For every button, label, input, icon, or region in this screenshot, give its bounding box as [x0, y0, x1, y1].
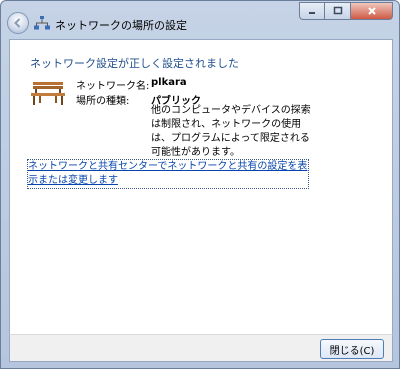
maximize-button[interactable]	[325, 2, 351, 20]
minimize-button[interactable]	[299, 2, 325, 20]
network-name-label: ネットワーク名:	[76, 81, 150, 92]
content-panel: ネットワーク設定が正しく設定されました ネットワーク名: plkara 場所の種…	[9, 39, 393, 334]
window-controls	[299, 2, 393, 20]
maximize-icon	[333, 6, 342, 15]
dialog-footer: 閉じる(C)	[9, 334, 393, 362]
location-type-label: 場所の種類:	[76, 96, 130, 107]
network-name-value: plkara	[151, 77, 187, 88]
network-sharing-center-link[interactable]: ネットワークと共有センターでネットワークと共有の設定を表示または変更します	[27, 159, 309, 189]
dialog-window: ネットワークの場所の設定 ネットワーク設定が正しく設定されました ネットワーク名…	[0, 0, 400, 369]
bench-icon	[31, 82, 65, 105]
page-heading: ネットワーク設定が正しく設定されました	[30, 57, 239, 70]
close-button[interactable]: 閉じる(C)	[320, 339, 384, 359]
title-bar[interactable]: ネットワークの場所の設定	[1, 1, 399, 39]
back-arrow-icon	[14, 18, 21, 28]
minimize-icon	[309, 12, 315, 14]
window-title: ネットワークの場所の設定	[55, 19, 187, 32]
close-window-button[interactable]	[351, 2, 393, 20]
close-icon	[367, 7, 376, 15]
back-button[interactable]	[7, 12, 29, 34]
network-icon	[34, 16, 50, 30]
location-description: 他のコンピュータやデバイスの探索は制限され、ネットワークの使用は、プログラムによ…	[151, 105, 311, 158]
